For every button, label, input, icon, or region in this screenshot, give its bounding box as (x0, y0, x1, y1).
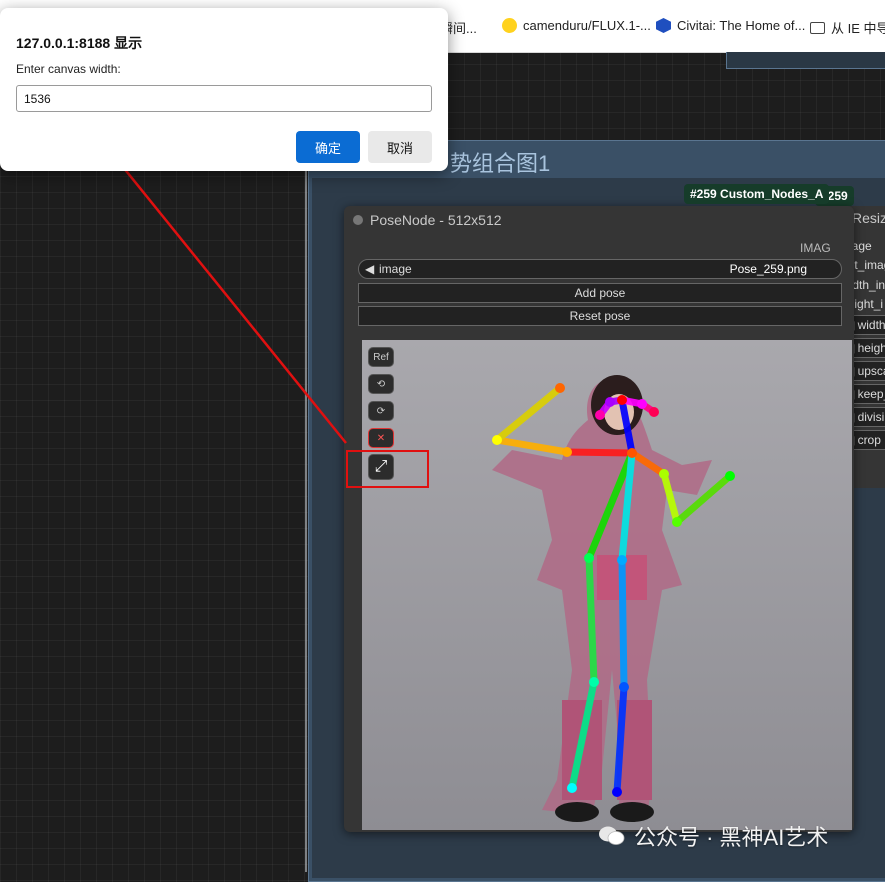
prompt-dialog: 127.0.0.1:8188 显示 Enter canvas width: 确定… (0, 8, 448, 171)
cancel-button[interactable]: 取消 (368, 131, 432, 163)
canvas-width-input[interactable] (16, 85, 432, 112)
dialog-title: 127.0.0.1:8188 显示 (16, 35, 143, 51)
wechat-icon (598, 825, 626, 847)
watermark-text: 公众号 · 黑神AI艺术 (634, 825, 829, 850)
watermark: 公众号 · 黑神AI艺术 (598, 820, 828, 852)
ok-button[interactable]: 确定 (296, 131, 360, 163)
dialog-message: Enter canvas width: (16, 62, 121, 76)
